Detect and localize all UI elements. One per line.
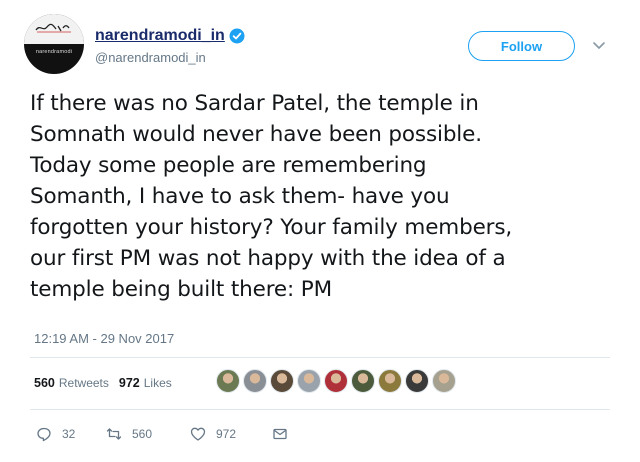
chevron-down-icon[interactable] [592, 38, 606, 52]
heart-icon [190, 427, 206, 441]
avatar-band-text: narendramodi [35, 49, 73, 55]
divider-top [30, 357, 610, 358]
author-avatar[interactable]: narendramodi [24, 14, 84, 74]
direct-message-button[interactable] [272, 426, 288, 442]
liker-avatar[interactable] [270, 369, 294, 393]
engagement-stats: 560 Retweets 972 Likes [34, 376, 182, 390]
liker-avatar[interactable] [216, 369, 240, 393]
reply-icon [37, 427, 51, 442]
envelope-icon [273, 428, 287, 440]
signature-logo [35, 23, 71, 33]
author-name-row: narendramodi_in [95, 27, 245, 45]
tweet-text: If there was no Sardar Patel, the temple… [30, 91, 513, 302]
retweet-count: 560 [132, 427, 153, 441]
liker-avatar[interactable] [243, 369, 267, 393]
follow-button[interactable]: Follow [468, 31, 575, 61]
reply-button[interactable]: 32 [36, 426, 106, 442]
liker-avatar[interactable] [324, 369, 348, 393]
tweet-timestamp[interactable]: 12:19 AM - 29 Nov 2017 [34, 331, 174, 346]
likes-count[interactable]: 972 [119, 376, 140, 390]
author-handle[interactable]: @narendramodi_in [95, 50, 206, 65]
liker-avatar[interactable] [432, 369, 456, 393]
likes-label[interactable]: Likes [144, 376, 172, 390]
like-button[interactable]: 972 [190, 426, 272, 442]
action-bar: 32 560 972 [36, 426, 288, 442]
verified-badge-icon [229, 28, 245, 44]
liker-avatar[interactable] [297, 369, 321, 393]
author-display-name[interactable]: narendramodi_in [95, 27, 225, 45]
liker-avatar[interactable] [351, 369, 375, 393]
liker-avatars [216, 369, 459, 393]
like-count: 972 [216, 427, 237, 441]
tweet-card: narendramodi narendramodi_in @narendramo… [0, 0, 640, 462]
liker-avatar[interactable] [405, 369, 429, 393]
divider-bottom [30, 409, 610, 410]
retweet-button[interactable]: 560 [106, 426, 190, 442]
retweets-label[interactable]: Retweets [59, 376, 109, 390]
liker-avatar[interactable] [378, 369, 402, 393]
retweets-count[interactable]: 560 [34, 376, 55, 390]
retweet-icon [106, 428, 122, 440]
reply-count: 32 [62, 427, 76, 441]
